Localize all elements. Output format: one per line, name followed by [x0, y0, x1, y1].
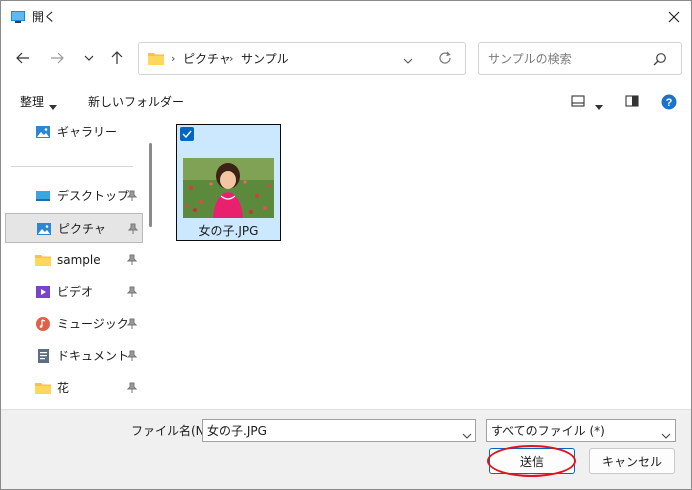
file-item[interactable]: 女の子.JPG	[176, 124, 281, 241]
close-icon	[668, 11, 680, 23]
sidebar-item-music[interactable]: ミュージック	[5, 309, 143, 339]
breadcrumb-pictures[interactable]: ピクチャ	[183, 51, 231, 67]
open-button[interactable]: 送信	[489, 448, 575, 474]
chevron-down-icon[interactable]	[462, 428, 472, 442]
folder-icon	[35, 252, 51, 268]
search-placeholder: サンプルの検索	[488, 52, 572, 66]
file-name-label: 女の子.JPG	[198, 224, 259, 238]
forward-button[interactable]	[44, 45, 70, 71]
pin-icon	[126, 318, 138, 333]
content-scrollbar[interactable]	[685, 117, 691, 409]
pin-icon	[126, 254, 138, 269]
help-button[interactable]: ?	[661, 94, 677, 113]
search-box[interactable]: サンプルの検索	[478, 42, 682, 75]
filetype-value: すべてのファイル (*)	[491, 424, 605, 438]
sidebar-item-label: ミュージック	[57, 317, 129, 331]
refresh-icon	[439, 51, 451, 64]
pin-icon	[126, 382, 138, 397]
pin-icon	[127, 223, 139, 238]
organize-dropdown-icon[interactable]	[49, 99, 57, 113]
organize-button[interactable]: 整理	[20, 94, 44, 110]
sidebar-item-desktop[interactable]: デスクトップ	[5, 181, 143, 211]
address-bar[interactable]: › ピクチャ › サンプル	[138, 42, 466, 75]
sidebar-item-label: ビデオ	[57, 285, 94, 299]
view-options-button[interactable]	[571, 95, 585, 110]
help-icon: ?	[661, 94, 677, 110]
view-dropdown-icon[interactable]	[595, 99, 603, 113]
preview-pane-icon	[625, 95, 639, 107]
up-arrow-icon	[111, 51, 123, 64]
navigation-pane: ギャラリー デスクトップ ピクチャ sample ビデオ ミュージック ドキュメ…	[1, 117, 143, 409]
document-icon	[35, 348, 51, 364]
sidebar-item-sample[interactable]: sample	[5, 245, 143, 275]
sidebar-item-label: ドキュメント	[57, 349, 130, 363]
sidebar-item-label: デスクトップ	[57, 189, 130, 203]
title-bar: 開く	[1, 1, 691, 33]
app-icon	[10, 9, 26, 25]
music-icon	[35, 316, 51, 332]
forward-arrow-icon	[51, 52, 64, 64]
sidebar-item-gallery[interactable]: ギャラリー	[5, 117, 143, 147]
pin-icon	[126, 190, 138, 205]
view-icon	[571, 95, 585, 107]
up-button[interactable]	[104, 45, 130, 71]
file-list-pane: 女の子.JPG	[159, 117, 681, 409]
pictures-icon	[36, 221, 52, 237]
breadcrumb-separator: ›	[229, 52, 234, 65]
desktop-icon	[35, 188, 51, 204]
sidebar-item-label: sample	[57, 253, 101, 267]
sidebar-item-documents[interactable]: ドキュメント	[5, 341, 143, 371]
filename-combobox[interactable]: 女の子.JPG	[202, 419, 476, 442]
gallery-icon	[35, 124, 51, 140]
cancel-button[interactable]: キャンセル	[589, 448, 675, 474]
breadcrumb-separator: ›	[171, 52, 176, 65]
pin-icon	[126, 286, 138, 301]
command-toolbar: 整理 新しいフォルダー ?	[1, 87, 691, 117]
dialog-footer: ファイル名(N): 女の子.JPG すべてのファイル (*) 送信 キャンセル	[1, 409, 691, 489]
close-button[interactable]	[661, 5, 687, 29]
pin-icon	[126, 350, 138, 365]
window-title: 開く	[32, 10, 57, 24]
filetype-select[interactable]: すべてのファイル (*)	[486, 419, 676, 442]
sidebar-item-label: 花	[57, 381, 70, 395]
sidebar-item-flower[interactable]: 花	[5, 373, 143, 403]
breadcrumb-sample[interactable]: サンプル	[241, 51, 289, 67]
chevron-down-icon	[403, 58, 413, 64]
sidebar-item-label: ギャラリー	[57, 125, 118, 139]
chevron-down-icon[interactable]	[661, 428, 671, 442]
back-arrow-icon	[16, 52, 29, 64]
navigation-bar: › ピクチャ › サンプル サンプルの検索	[1, 33, 691, 83]
sidebar-scrollbar[interactable]	[149, 143, 152, 227]
new-folder-button[interactable]: 新しいフォルダー	[88, 94, 184, 110]
refresh-button[interactable]	[438, 51, 452, 68]
preview-pane-button[interactable]	[625, 95, 639, 110]
sidebar-item-videos[interactable]: ビデオ	[5, 277, 143, 307]
checkbox-checked-icon[interactable]	[180, 127, 194, 141]
folder-icon	[35, 380, 51, 396]
back-button[interactable]	[10, 45, 36, 71]
open-file-dialog: 開く › ピクチャ › サンプル サンプルの検索 整理 新しいフォルダー ? ギ…	[0, 0, 692, 490]
address-dropdown-button[interactable]	[403, 53, 413, 67]
svg-text:?: ?	[666, 97, 673, 109]
recent-locations-button[interactable]	[76, 45, 102, 71]
search-icon[interactable]	[653, 52, 667, 69]
sidebar-divider	[11, 166, 133, 167]
sidebar-item-label: ピクチャ	[58, 222, 106, 236]
file-thumbnail	[183, 158, 274, 218]
filename-value[interactable]: 女の子.JPG	[207, 423, 267, 439]
sidebar-item-pictures[interactable]: ピクチャ	[5, 213, 143, 243]
folder-icon	[148, 52, 164, 68]
video-icon	[35, 284, 51, 300]
chevron-down-icon	[84, 55, 94, 61]
